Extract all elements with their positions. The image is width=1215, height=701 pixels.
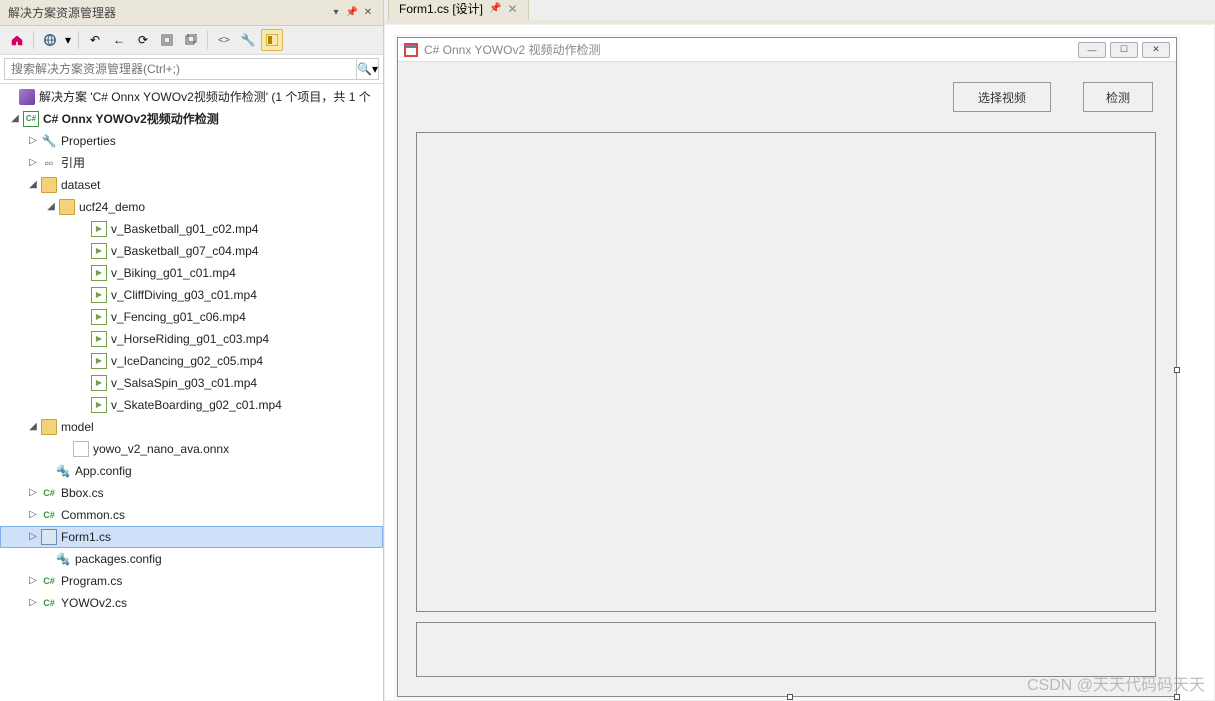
solution-node[interactable]: ▸解决方案 'C# Onnx YOWOv2视频动作检测' (1 个项目，共 1 … xyxy=(0,86,383,108)
file-video[interactable]: ▶v_SalsaSpin_g03_c01.mp4 xyxy=(0,372,383,394)
expand-icon[interactable]: ▷ xyxy=(26,574,40,588)
file-cs[interactable]: ▷C#Program.cs xyxy=(0,570,383,592)
dropdown-icon[interactable]: ▾ xyxy=(329,6,343,20)
expand-icon[interactable]: ▷ xyxy=(26,530,40,544)
folder-model[interactable]: ◢model xyxy=(0,416,383,438)
minimize-icon: — xyxy=(1078,42,1106,58)
file-video[interactable]: ▶v_SkateBoarding_g02_c01.mp4 xyxy=(0,394,383,416)
pane-title-bar: 解决方案资源管理器 ▾ 📌 ✕ xyxy=(0,0,383,26)
expand-icon[interactable]: ▷ xyxy=(26,508,40,522)
refresh-icon[interactable]: ⟳ xyxy=(132,29,154,51)
home-icon[interactable] xyxy=(6,29,28,51)
file-appconfig[interactable]: 🔩App.config xyxy=(0,460,383,482)
form-body[interactable]: 选择视频 检测 xyxy=(398,62,1176,696)
close-icon[interactable]: ✕ xyxy=(507,2,517,16)
folder-ucf24[interactable]: ◢ucf24_demo xyxy=(0,196,383,218)
form-window[interactable]: C# Onnx YOWOv2 视频动作检测 — ☐ ✕ 选择视频 检测 xyxy=(397,37,1177,697)
file-video[interactable]: ▶v_Basketball_g07_c04.mp4 xyxy=(0,240,383,262)
expand-icon[interactable]: ▷ xyxy=(26,156,40,170)
solution-tree[interactable]: ▸解决方案 'C# Onnx YOWOv2视频动作检测' (1 个项目，共 1 … xyxy=(0,84,383,701)
form-icon xyxy=(404,43,418,57)
references-node[interactable]: ▷▫▫引用 xyxy=(0,152,383,174)
file-form1[interactable]: ▷Form1.cs xyxy=(0,526,383,548)
folder-dataset[interactable]: ◢dataset xyxy=(0,174,383,196)
tab-form1-design[interactable]: Form1.cs [设计] 📌 ✕ xyxy=(388,0,529,20)
expand-icon[interactable]: ▷ xyxy=(26,486,40,500)
select-video-button[interactable]: 选择视频 xyxy=(953,82,1051,112)
forward-icon[interactable]: ← xyxy=(108,29,130,51)
close-icon: ✕ xyxy=(1142,42,1170,58)
collapse-icon[interactable]: ◢ xyxy=(8,112,22,126)
file-video[interactable]: ▶v_CliffDiving_g03_c01.mp4 xyxy=(0,284,383,306)
search-icon[interactable]: 🔍▾ xyxy=(357,58,379,80)
file-cs[interactable]: ▷C#Common.cs xyxy=(0,504,383,526)
pane-title: 解决方案资源管理器 xyxy=(8,4,116,21)
project-node[interactable]: ◢C#C# Onnx YOWOv2视频动作检测 xyxy=(0,108,383,130)
form-title: C# Onnx YOWOv2 视频动作检测 xyxy=(424,41,1078,58)
dropdown-icon[interactable]: ▾ xyxy=(63,29,73,51)
designer-surface[interactable]: C# Onnx YOWOv2 视频动作检测 — ☐ ✕ 选择视频 检测 xyxy=(385,25,1214,700)
file-video[interactable]: ▶v_Biking_g01_c01.mp4 xyxy=(0,262,383,284)
collapse-icon[interactable]: ◢ xyxy=(26,420,40,434)
pin-icon[interactable]: 📌 xyxy=(345,6,359,20)
pin-icon[interactable]: 📌 xyxy=(489,3,501,14)
form-titlebar: C# Onnx YOWOv2 视频动作检测 — ☐ ✕ xyxy=(398,38,1176,62)
preview-icon[interactable] xyxy=(261,29,283,51)
file-cs[interactable]: ▷C#YOWOv2.cs xyxy=(0,592,383,614)
document-tabs: Form1.cs [设计] 📌 ✕ xyxy=(384,0,1215,24)
back-icon[interactable]: ↶ xyxy=(84,29,106,51)
file-packages[interactable]: 🔩packages.config xyxy=(0,548,383,570)
expand-icon[interactable]: ▷ xyxy=(26,134,40,148)
collapse-icon[interactable]: ◢ xyxy=(44,200,58,214)
expand-icon[interactable]: ▷ xyxy=(26,596,40,610)
file-video[interactable]: ▶v_IceDancing_g02_c05.mp4 xyxy=(0,350,383,372)
search-input[interactable] xyxy=(4,58,357,80)
file-video[interactable]: ▶v_HorseRiding_g01_c03.mp4 xyxy=(0,328,383,350)
code-icon[interactable]: <> xyxy=(213,29,235,51)
output-panel[interactable] xyxy=(416,622,1156,677)
properties-icon[interactable]: 🔧 xyxy=(237,29,259,51)
designer-pane: Form1.cs [设计] 📌 ✕ C# Onnx YOWOv2 视频动作检测 … xyxy=(384,0,1215,701)
globe-icon[interactable] xyxy=(39,29,61,51)
solution-explorer-pane: 解决方案资源管理器 ▾ 📌 ✕ ▾ ↶ ← ⟳ <> 🔧 🔍▾ ▸解决方案 'C… xyxy=(0,0,384,701)
properties-node[interactable]: ▷🔧Properties xyxy=(0,130,383,152)
detect-button[interactable]: 检测 xyxy=(1083,82,1153,112)
search-row: 🔍▾ xyxy=(0,55,383,84)
show-all-icon[interactable] xyxy=(180,29,202,51)
file-onnx[interactable]: yowo_v2_nano_ava.onnx xyxy=(0,438,383,460)
file-video[interactable]: ▶v_Basketball_g01_c02.mp4 xyxy=(0,218,383,240)
file-cs[interactable]: ▷C#Bbox.cs xyxy=(0,482,383,504)
video-panel[interactable] xyxy=(416,132,1156,612)
close-icon[interactable]: ✕ xyxy=(361,6,375,20)
tab-label: Form1.cs [设计] xyxy=(399,0,483,17)
maximize-icon: ☐ xyxy=(1110,42,1138,58)
collapse-icon[interactable] xyxy=(156,29,178,51)
file-video[interactable]: ▶v_Fencing_g01_c06.mp4 xyxy=(0,306,383,328)
collapse-icon[interactable]: ◢ xyxy=(26,178,40,192)
solution-toolbar: ▾ ↶ ← ⟳ <> 🔧 xyxy=(0,26,383,55)
